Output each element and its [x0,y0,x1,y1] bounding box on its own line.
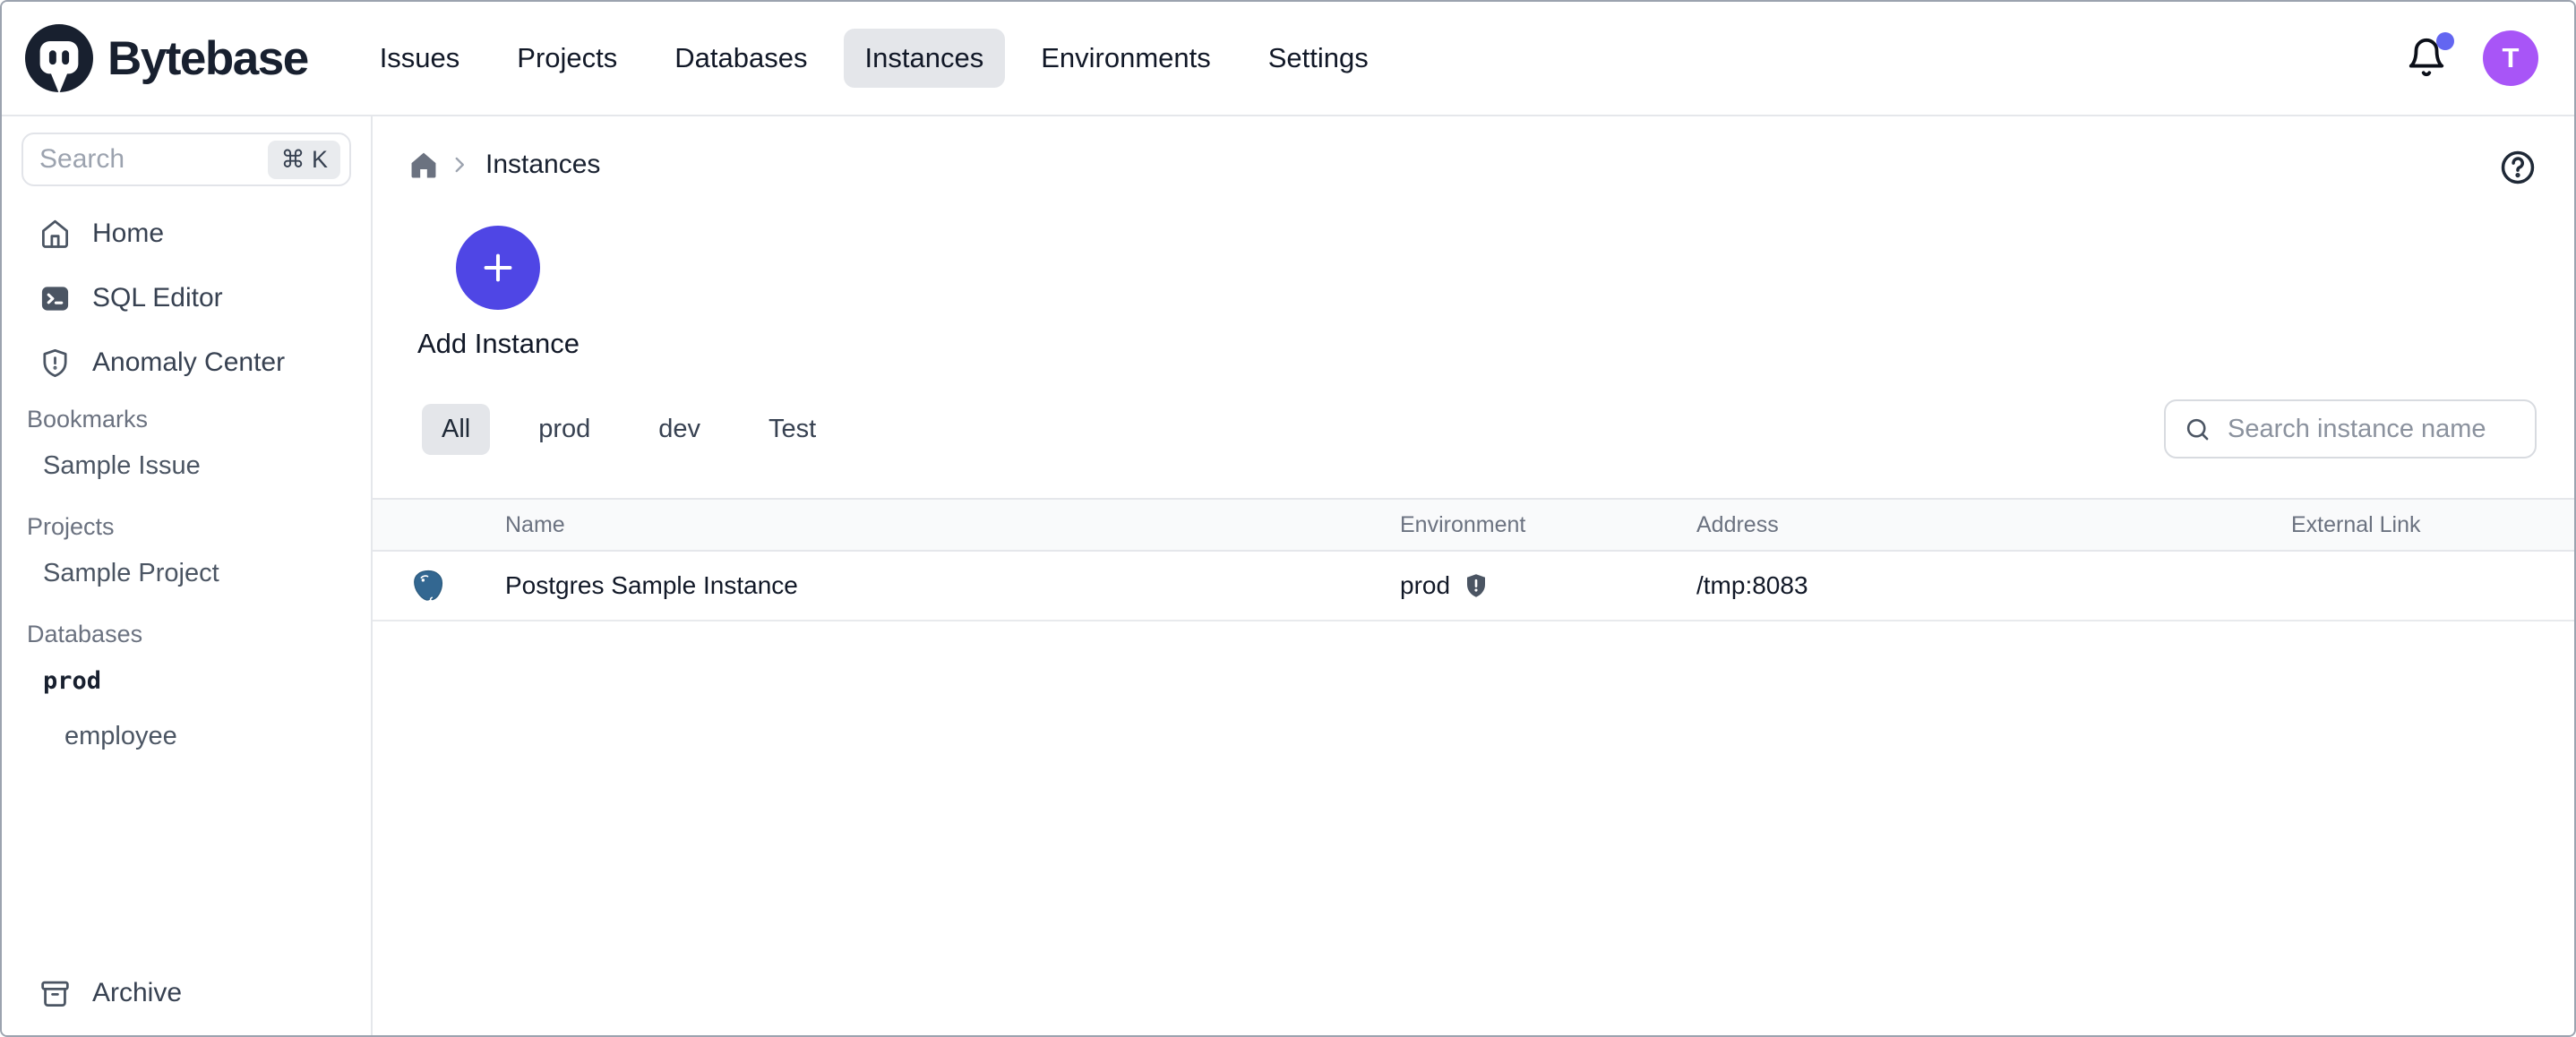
app-window: Bytebase Issues Projects Databases Insta… [0,0,2576,1037]
sidebar-item-sql-editor[interactable]: SQL Editor [2,266,371,330]
chevron-right-icon [448,153,471,176]
tab-test[interactable]: Test [749,404,836,455]
notifications-button[interactable] [2404,35,2449,81]
environment-name: prod [1400,571,1450,600]
home-filled-icon [408,150,439,180]
breadcrumb-current: Instances [485,150,600,180]
cell-instance-name: Postgres Sample Instance [373,571,1400,600]
column-header-address: Address [1696,512,2291,538]
circle-help-icon [2499,149,2537,186]
sidebar-item-archive[interactable]: Archive [2,965,371,1021]
instance-name: Postgres Sample Instance [505,571,798,599]
sidebar-item-label: Anomaly Center [92,347,285,378]
instance-search-input[interactable] [2228,415,2517,444]
add-instance-circle[interactable] [456,226,540,310]
environment-tabs: All prod dev Test [422,404,836,455]
sidebar-section-projects: Projects [2,508,371,545]
breadcrumb-home-button[interactable] [408,150,439,180]
help-button[interactable] [2499,149,2537,189]
sidebar-item-sample-issue[interactable]: Sample Issue [2,438,371,493]
sub-item-label: Sample Project [43,559,219,588]
table-header: Name Environment Address External Link [373,498,2574,552]
sub-item-label: prod [43,667,101,695]
tab-all[interactable]: All [422,404,490,455]
nav-item-projects[interactable]: Projects [495,29,639,88]
main-nav: Issues Projects Databases Instances Envi… [358,29,1390,88]
column-header-external-link: External Link [2291,512,2574,538]
sidebar-item-sample-project[interactable]: Sample Project [2,545,371,601]
navbar-right: T [2404,30,2538,86]
sub-item-label: employee [64,722,177,751]
nav-item-settings[interactable]: Settings [1247,29,1390,88]
user-avatar[interactable]: T [2483,30,2538,86]
cell-environment: prod [1400,571,1696,600]
sidebar-item-home[interactable]: Home [2,201,371,266]
instance-search[interactable] [2164,399,2537,459]
brand-name: Bytebase [107,31,308,86]
search-shortcut-badge: ⌘ K [268,141,340,179]
sidebar-section-databases: Databases [2,615,371,653]
sidebar-section-bookmarks: Bookmarks [2,400,371,438]
top-navbar: Bytebase Issues Projects Databases Insta… [2,2,2574,116]
table-row[interactable]: Postgres Sample Instance prod /tmp:8083 [373,552,2574,621]
search-icon [2184,416,2211,443]
notification-dot [2436,32,2454,50]
bytebase-logo-icon [25,24,93,92]
terminal-square-icon [39,283,71,314]
app-body: ⌘ K Home SQL Editor [2,116,2574,1035]
add-instance-label: Add Instance [417,328,580,360]
sidebar-item-db-employee[interactable]: employee [2,708,371,764]
sidebar-item-label: Home [92,219,164,249]
cell-address: /tmp:8083 [1696,571,2291,600]
nav-item-databases[interactable]: Databases [653,29,829,88]
sidebar: ⌘ K Home SQL Editor [2,116,373,1035]
plus-icon [477,247,519,288]
archive-icon [39,978,71,1009]
column-header-environment: Environment [1400,512,1696,538]
shield-protected-icon [1463,572,1490,599]
bytebase-logo[interactable]: Bytebase [25,24,308,92]
nav-item-instances[interactable]: Instances [844,29,1006,88]
sidebar-item-label: Archive [92,978,182,1008]
tab-prod[interactable]: prod [519,404,610,455]
nav-item-issues[interactable]: Issues [358,29,482,88]
sidebar-item-anomaly-center[interactable]: Anomaly Center [2,330,371,395]
sidebar-nav: Home SQL Editor Anomal [2,201,371,764]
sidebar-item-env-prod[interactable]: prod [2,653,371,708]
tab-dev[interactable]: dev [639,404,720,455]
nav-item-environments[interactable]: Environments [1019,29,1232,88]
sidebar-search-input[interactable] [39,144,268,175]
add-instance-button[interactable]: Add Instance [417,226,580,360]
postgres-icon [410,568,446,604]
sub-item-label: Sample Issue [43,451,201,481]
column-header-name: Name [373,512,1400,538]
home-icon [39,219,71,250]
sidebar-footer: Archive [2,965,371,1021]
main-content: Instances Add Instance A [373,116,2574,1035]
shield-alert-icon [39,347,71,379]
breadcrumb: Instances [373,140,2574,190]
avatar-letter: T [2503,42,2520,74]
sidebar-item-label: SQL Editor [92,283,223,313]
filter-row: All prod dev Test [373,399,2574,459]
sidebar-search[interactable]: ⌘ K [21,133,351,186]
instances-table: Name Environment Address External Link P… [373,498,2574,621]
